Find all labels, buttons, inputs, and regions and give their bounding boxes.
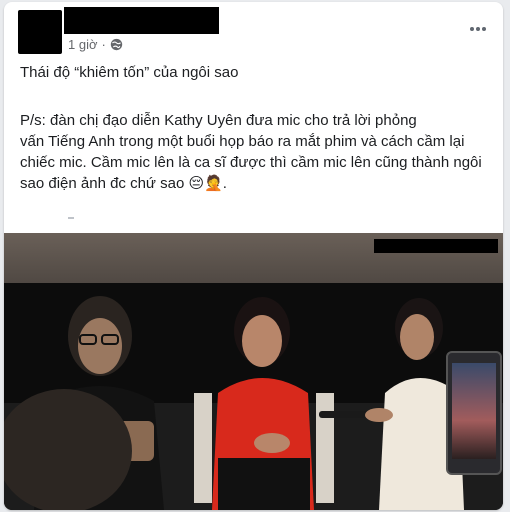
artifact-mark bbox=[68, 217, 74, 219]
post-body: P/s: đàn chị đạo diễn Kathy Uyên đưa mic… bbox=[20, 110, 490, 194]
post-body-line: P/s: đàn chị đạo diễn Kathy Uyên đưa mic… bbox=[20, 112, 417, 129]
post-headline: Thái độ “khiêm tốn” của ngôi sao bbox=[20, 64, 239, 81]
post-body-line: chiếc mic. Cầm mic lên là ca sĩ được thì… bbox=[20, 154, 482, 171]
post-meta: 1 giờ · bbox=[68, 36, 123, 52]
post-card: 1 giờ · Thái độ “khiêm tốn” của ngôi sao… bbox=[4, 2, 503, 510]
foreground-head bbox=[4, 389, 132, 510]
phone-in-foreground bbox=[446, 351, 502, 475]
more-options-icon[interactable] bbox=[467, 22, 489, 36]
author-name-redacted[interactable] bbox=[64, 7, 219, 34]
photo-redaction bbox=[374, 239, 498, 253]
post-body-line: sao điện ảnh đc chứ sao 😔🤦. bbox=[20, 175, 227, 192]
post-time[interactable]: 1 giờ bbox=[68, 37, 98, 52]
avatar[interactable] bbox=[18, 10, 62, 54]
globe-icon bbox=[110, 38, 123, 51]
post-photo[interactable] bbox=[4, 233, 503, 510]
post-body-line: vấn Tiếng Anh trong một buổi họp báo ra … bbox=[20, 133, 465, 150]
